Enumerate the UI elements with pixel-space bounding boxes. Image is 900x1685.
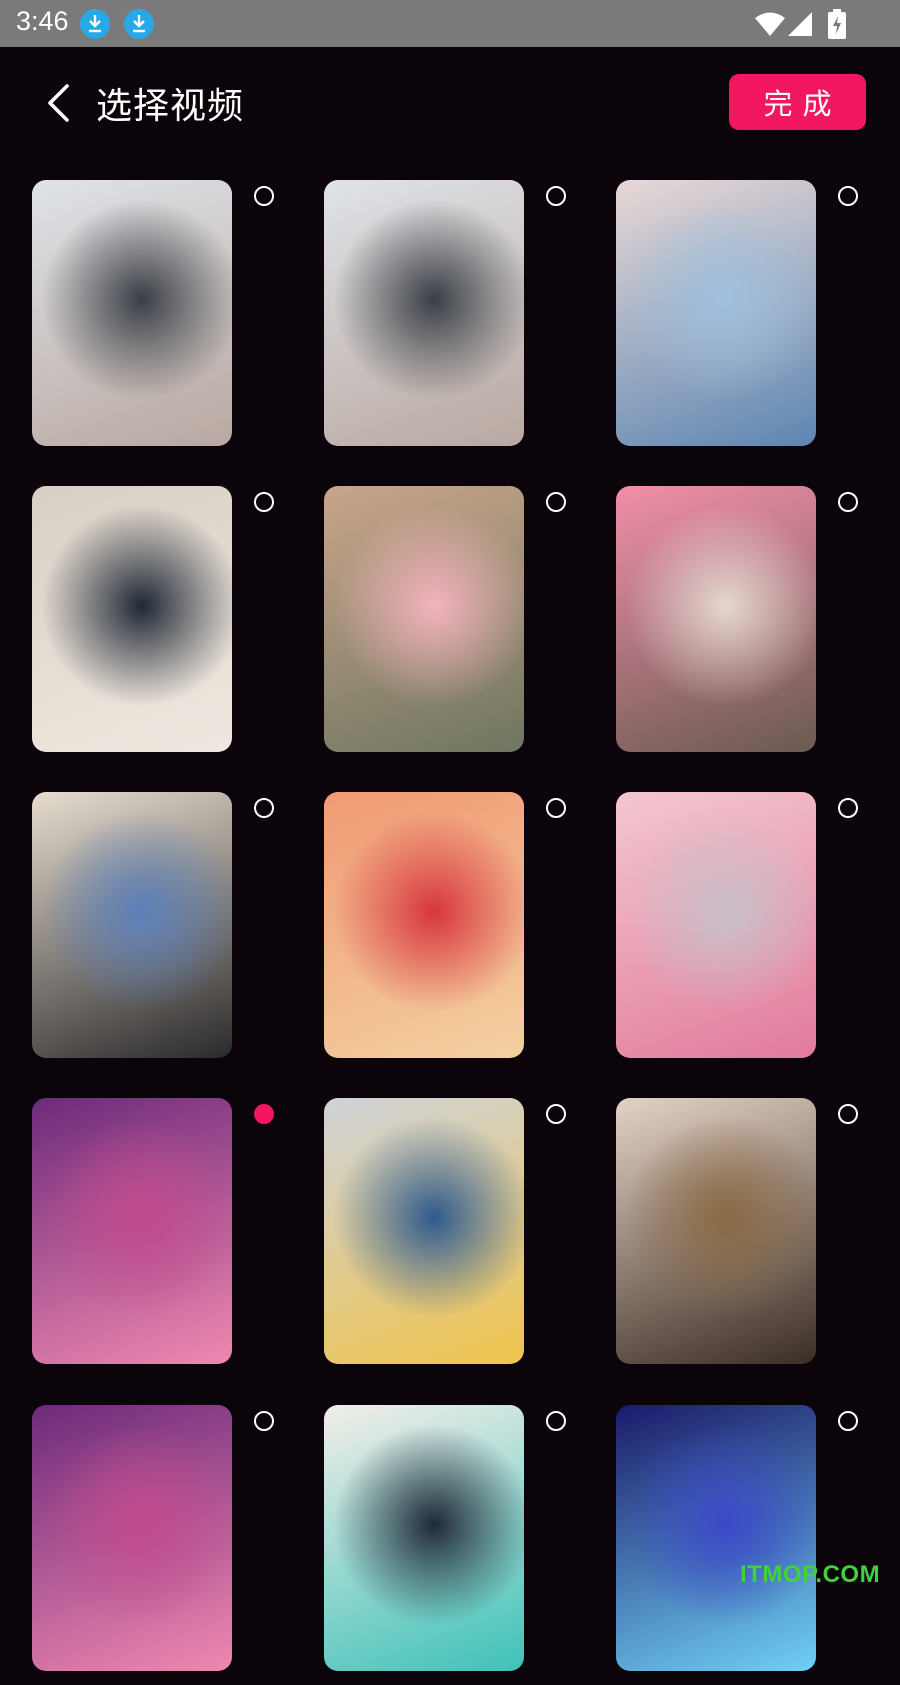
video-thumbnail[interactable] <box>616 486 816 752</box>
video-item[interactable] <box>32 792 302 1072</box>
download-icon <box>124 9 154 39</box>
page-title: 选择视频 <box>96 86 245 127</box>
video-thumbnail[interactable] <box>616 180 816 446</box>
select-radio[interactable] <box>546 186 566 206</box>
signal-icon <box>788 12 812 36</box>
video-item[interactable] <box>616 1405 886 1685</box>
select-radio[interactable] <box>254 492 274 512</box>
video-item[interactable] <box>32 486 302 766</box>
wifi-icon <box>755 12 785 36</box>
status-bar: 3:46 <box>0 0 900 47</box>
video-thumbnail[interactable] <box>32 792 232 1058</box>
select-radio[interactable] <box>546 492 566 512</box>
back-button[interactable] <box>30 75 86 131</box>
video-thumbnail[interactable] <box>32 1098 232 1364</box>
video-thumbnail[interactable] <box>32 486 232 752</box>
download-icon <box>80 9 110 39</box>
video-item[interactable] <box>616 180 886 460</box>
video-thumbnail[interactable] <box>32 1405 232 1671</box>
watermark: ITMOP.COM <box>740 1561 881 1588</box>
select-radio[interactable] <box>546 1411 566 1431</box>
video-item[interactable] <box>32 1098 302 1378</box>
video-thumbnail[interactable] <box>324 792 524 1058</box>
video-item[interactable] <box>32 180 302 460</box>
select-radio[interactable] <box>838 492 858 512</box>
select-radio[interactable] <box>838 798 858 818</box>
video-item[interactable] <box>616 1098 886 1378</box>
video-thumbnail[interactable] <box>324 1405 524 1671</box>
select-radio[interactable] <box>838 1104 858 1124</box>
video-item[interactable] <box>616 792 886 1072</box>
select-radio-checked[interactable] <box>254 1104 274 1124</box>
header: 选择视频 完成 <box>0 47 900 157</box>
video-thumbnail[interactable] <box>324 486 524 752</box>
battery-charging-icon <box>828 9 846 39</box>
video-thumbnail[interactable] <box>616 792 816 1058</box>
select-radio[interactable] <box>546 798 566 818</box>
video-thumbnail[interactable] <box>324 180 524 446</box>
video-item[interactable] <box>32 1405 302 1685</box>
select-radio[interactable] <box>254 186 274 206</box>
select-radio[interactable] <box>254 1411 274 1431</box>
video-grid <box>0 157 900 1671</box>
video-item[interactable] <box>324 1405 594 1685</box>
video-thumbnail[interactable] <box>32 180 232 446</box>
video-item[interactable] <box>324 486 594 766</box>
select-radio[interactable] <box>254 798 274 818</box>
video-item[interactable] <box>616 486 886 766</box>
chevron-left-icon <box>48 84 69 122</box>
select-radio[interactable] <box>838 186 858 206</box>
video-item[interactable] <box>324 792 594 1072</box>
select-radio[interactable] <box>838 1411 858 1431</box>
video-thumbnail[interactable] <box>616 1098 816 1364</box>
select-radio[interactable] <box>546 1104 566 1124</box>
done-button[interactable]: 完成 <box>729 74 866 130</box>
video-item[interactable] <box>324 1098 594 1378</box>
video-item[interactable] <box>324 180 594 460</box>
video-thumbnail[interactable] <box>324 1098 524 1364</box>
video-thumbnail[interactable] <box>616 1405 816 1671</box>
status-time: 3:46 <box>16 6 69 36</box>
